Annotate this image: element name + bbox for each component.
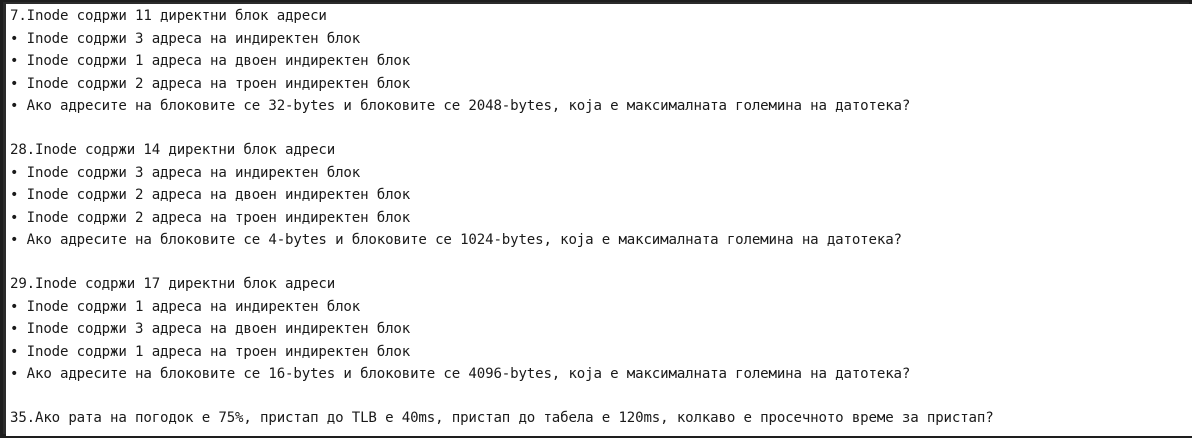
bullet-line: • Inode содржи 2 адреса на троен индирек… — [10, 209, 411, 226]
bullet-line: • Inode содржи 1 адреса на индиректен бл… — [10, 298, 361, 315]
bullet-line: • Ако адресите на блоковите се 4-bytes и… — [10, 232, 902, 249]
screenshot-frame: 7.Inode содржи 11 директни блок адреси •… — [0, 0, 1192, 438]
text-document: 7.Inode содржи 11 директни блок адреси •… — [6, 4, 1192, 436]
question-28: 28.Inode содржи 14 директни блок адреси … — [10, 139, 1190, 252]
bullet-line: • Inode содржи 2 адреса на двоен индирек… — [10, 187, 411, 204]
bullet-line: • Ако адресите на блоковите се 32-bytes … — [10, 98, 911, 115]
question-35: 35.Ако рата на погодок е 75%, пристап до… — [10, 407, 1190, 430]
bullet-line: • Inode содржи 2 адреса на троен индирек… — [10, 75, 411, 92]
question-7: 7.Inode содржи 11 директни блок адреси •… — [10, 5, 1190, 118]
question-29: 29.Inode содржи 17 директни блок адреси … — [10, 273, 1190, 386]
bullet-line: • Inode содржи 1 адреса на троен индирек… — [10, 343, 411, 360]
question-title: 7.Inode содржи 11 директни блок адреси — [10, 8, 327, 24]
question-title: 35.Ако рата на погодок е 75%, пристап до… — [10, 410, 994, 426]
question-title: 28.Inode содржи 14 директни блок адреси — [10, 142, 336, 158]
bullet-line: • Ако адресите на блоковите се 16-bytes … — [10, 366, 911, 383]
bullet-line: • Inode содржи 3 адреса на индиректен бл… — [10, 30, 361, 47]
bullet-line: • Inode содржи 1 адреса на двоен индирек… — [10, 53, 411, 70]
bullet-line: • Inode содржи 3 адреса на двоен индирек… — [10, 321, 411, 338]
question-title: 29.Inode содржи 17 директни блок адреси — [10, 276, 336, 292]
bullet-line: • Inode содржи 3 адреса на индиректен бл… — [10, 164, 361, 181]
